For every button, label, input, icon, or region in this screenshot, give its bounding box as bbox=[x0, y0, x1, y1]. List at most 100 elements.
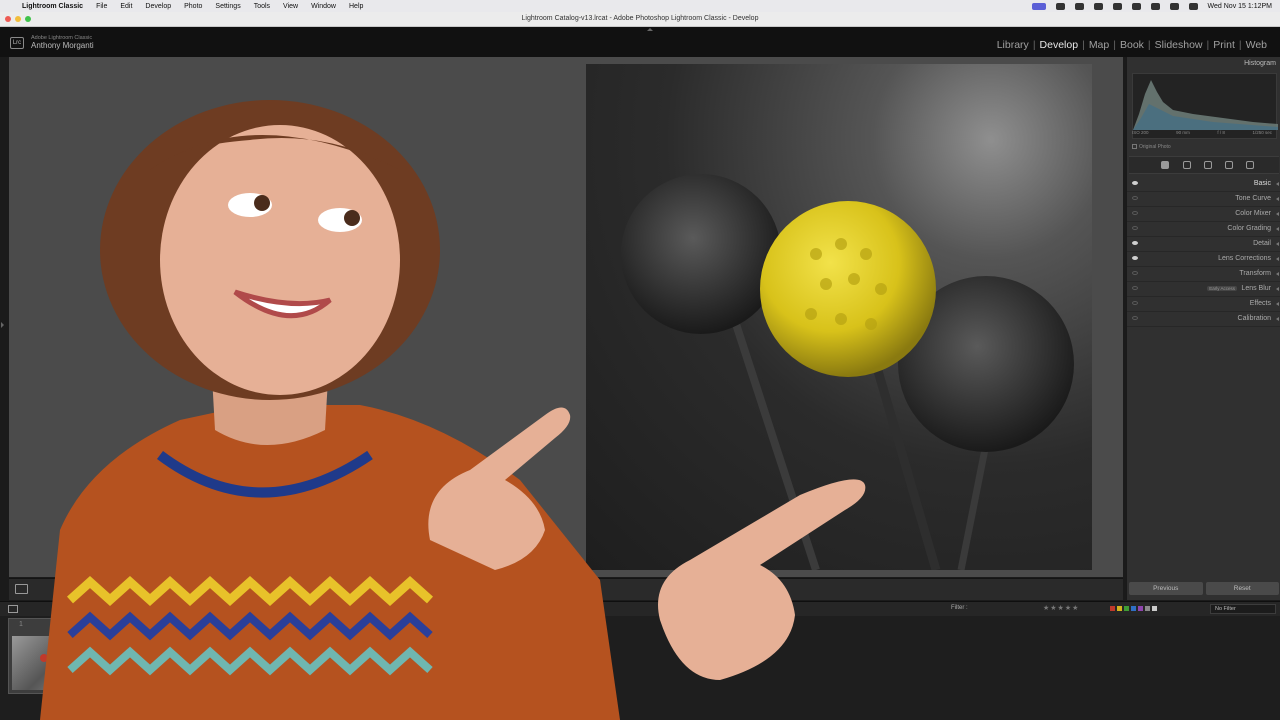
clock[interactable]: Wed Nov 15 1:12PM bbox=[1208, 3, 1272, 10]
panel-basic[interactable]: Basic bbox=[1127, 177, 1280, 192]
panel-visibility-eye-icon[interactable] bbox=[1132, 316, 1138, 320]
color-label-swatch[interactable] bbox=[1152, 606, 1157, 611]
module-map[interactable]: Map bbox=[1086, 39, 1112, 51]
red-eye-icon[interactable] bbox=[1225, 161, 1233, 169]
panel-label: Color Grading bbox=[1227, 225, 1271, 232]
panel-label: Calibration bbox=[1237, 315, 1271, 322]
battery-icon[interactable] bbox=[1112, 2, 1122, 10]
module-slideshow[interactable]: Slideshow bbox=[1152, 39, 1206, 51]
original-photo-checkbox[interactable] bbox=[1132, 144, 1137, 150]
panel-visibility-eye-icon[interactable] bbox=[1132, 301, 1138, 305]
panel-visibility-eye-icon[interactable] bbox=[1132, 181, 1138, 185]
right-panel: Histogram ISO 200 90 mm f / 8 1/250 sec … bbox=[1126, 57, 1280, 600]
panel-collapse-icon[interactable] bbox=[1276, 197, 1279, 201]
main-photo[interactable] bbox=[586, 64, 1092, 570]
panel-collapse-icon[interactable] bbox=[1276, 227, 1279, 231]
color-label-swatch[interactable] bbox=[1117, 606, 1122, 611]
histogram-title[interactable]: Histogram bbox=[1244, 60, 1276, 67]
reset-button[interactable]: Reset bbox=[1205, 582, 1279, 595]
menu-settings[interactable]: Settings bbox=[215, 3, 240, 10]
panel-detail[interactable]: Detail bbox=[1127, 237, 1280, 252]
menu-edit[interactable]: Edit bbox=[120, 3, 132, 10]
edit-sliders-icon[interactable] bbox=[1161, 161, 1169, 169]
early-access-badge: Early Access bbox=[1207, 286, 1237, 291]
panel-collapse-icon[interactable] bbox=[1276, 302, 1279, 306]
panel-collapse-icon[interactable] bbox=[1276, 212, 1279, 216]
panel-visibility-eye-icon[interactable] bbox=[1132, 241, 1138, 245]
color-label-swatch[interactable] bbox=[1110, 606, 1115, 611]
menu-view[interactable]: View bbox=[283, 3, 298, 10]
filmstrip-cell[interactable]: 1 bbox=[8, 618, 78, 694]
menu-help[interactable]: Help bbox=[349, 3, 363, 10]
masking-icon[interactable] bbox=[1246, 161, 1254, 169]
panel-tone-curve[interactable]: Tone Curve bbox=[1127, 192, 1280, 207]
crop-icon[interactable] bbox=[1183, 161, 1191, 169]
color-label-swatch[interactable] bbox=[1131, 606, 1136, 611]
macos-menubar: Lightroom Classic File Edit Develop Phot… bbox=[0, 0, 1280, 12]
module-picker: Library | Develop | Map | Book | Slideshow | … bbox=[994, 39, 1270, 51]
control-center-icon[interactable] bbox=[1188, 2, 1198, 10]
menu-develop[interactable]: Develop bbox=[145, 3, 171, 10]
panel-color-mixer[interactable]: Color Mixer bbox=[1127, 207, 1280, 222]
cloud-icon[interactable] bbox=[1093, 2, 1103, 10]
panel-color-grading[interactable]: Color Grading bbox=[1127, 222, 1280, 237]
screen-share-icon[interactable] bbox=[1031, 2, 1046, 10]
identity-plate: Adobe Lightroom Classic Anthony Morganti bbox=[31, 35, 94, 50]
panel-lens-blur[interactable]: Early Access Lens Blur bbox=[1127, 282, 1280, 297]
healing-brush-icon[interactable] bbox=[1204, 161, 1212, 169]
left-panel-toggle-icon[interactable] bbox=[1, 322, 4, 328]
rating-filter[interactable]: ★★★★★ bbox=[1043, 604, 1079, 612]
color-label-swatch[interactable] bbox=[1124, 606, 1129, 611]
module-library[interactable]: Library bbox=[994, 39, 1032, 51]
filmstrip: 1 bbox=[0, 616, 1280, 720]
wifi-icon[interactable] bbox=[1150, 2, 1160, 10]
panel-calibration[interactable]: Calibration bbox=[1127, 312, 1280, 327]
panel-label: Lens Corrections bbox=[1218, 255, 1271, 262]
color-label-swatch[interactable] bbox=[1138, 606, 1143, 611]
color-label-swatch[interactable] bbox=[1145, 606, 1150, 611]
module-web[interactable]: Web bbox=[1243, 39, 1270, 51]
panel-lens-corrections[interactable]: Lens Corrections bbox=[1127, 252, 1280, 267]
module-print[interactable]: Print bbox=[1210, 39, 1238, 51]
menu-photo[interactable]: Photo bbox=[184, 3, 202, 10]
display-icon[interactable] bbox=[1055, 2, 1065, 10]
develop-toolbar bbox=[9, 578, 1123, 600]
record-icon[interactable] bbox=[1074, 2, 1084, 10]
panel-label: Lens Blur bbox=[1241, 285, 1271, 292]
panel-transform[interactable]: Transform bbox=[1127, 267, 1280, 282]
window-titlebar: Lightroom Catalog-v13.lrcat - Adobe Phot… bbox=[0, 12, 1280, 27]
panel-visibility-eye-icon[interactable] bbox=[1132, 271, 1138, 275]
menu-tools[interactable]: Tools bbox=[254, 3, 270, 10]
panel-collapse-icon[interactable] bbox=[1276, 242, 1279, 246]
previous-button[interactable]: Previous bbox=[1129, 582, 1203, 595]
panel-collapse-icon[interactable] bbox=[1276, 182, 1279, 186]
top-panel-toggle-icon[interactable] bbox=[647, 28, 653, 31]
panel-collapse-icon[interactable] bbox=[1276, 287, 1279, 291]
loupe-view-icon[interactable] bbox=[15, 584, 28, 594]
menu-app-name[interactable]: Lightroom Classic bbox=[22, 3, 83, 10]
panel-visibility-eye-icon[interactable] bbox=[1132, 211, 1138, 215]
panel-visibility-eye-icon[interactable] bbox=[1132, 196, 1138, 200]
search-icon[interactable] bbox=[1169, 2, 1179, 10]
module-book[interactable]: Book bbox=[1117, 39, 1147, 51]
panel-collapse-icon[interactable] bbox=[1276, 257, 1279, 261]
filter-preset-select[interactable]: No Filter bbox=[1210, 604, 1276, 614]
panel-visibility-eye-icon[interactable] bbox=[1132, 286, 1138, 290]
meta-aperture: f / 8 bbox=[1217, 130, 1225, 135]
menu-file[interactable]: File bbox=[96, 3, 107, 10]
bluetooth-icon[interactable] bbox=[1131, 2, 1141, 10]
module-develop[interactable]: Develop bbox=[1037, 39, 1082, 51]
original-photo-label: Original Photo bbox=[1139, 144, 1171, 150]
histogram-graph bbox=[1133, 80, 1278, 130]
flower-photo-art bbox=[621, 174, 1074, 570]
panel-collapse-icon[interactable] bbox=[1276, 317, 1279, 321]
filmstrip-thumbnail[interactable] bbox=[12, 636, 74, 690]
panel-visibility-eye-icon[interactable] bbox=[1132, 226, 1138, 230]
menu-window[interactable]: Window bbox=[311, 3, 336, 10]
panel-collapse-icon[interactable] bbox=[1276, 272, 1279, 276]
original-photo-toggle[interactable]: Original Photo bbox=[1132, 144, 1171, 150]
lrc-logo-icon: Lrc bbox=[10, 37, 24, 49]
grid-view-icon[interactable] bbox=[8, 605, 18, 613]
panel-effects[interactable]: Effects bbox=[1127, 297, 1280, 312]
panel-visibility-eye-icon[interactable] bbox=[1132, 256, 1138, 260]
